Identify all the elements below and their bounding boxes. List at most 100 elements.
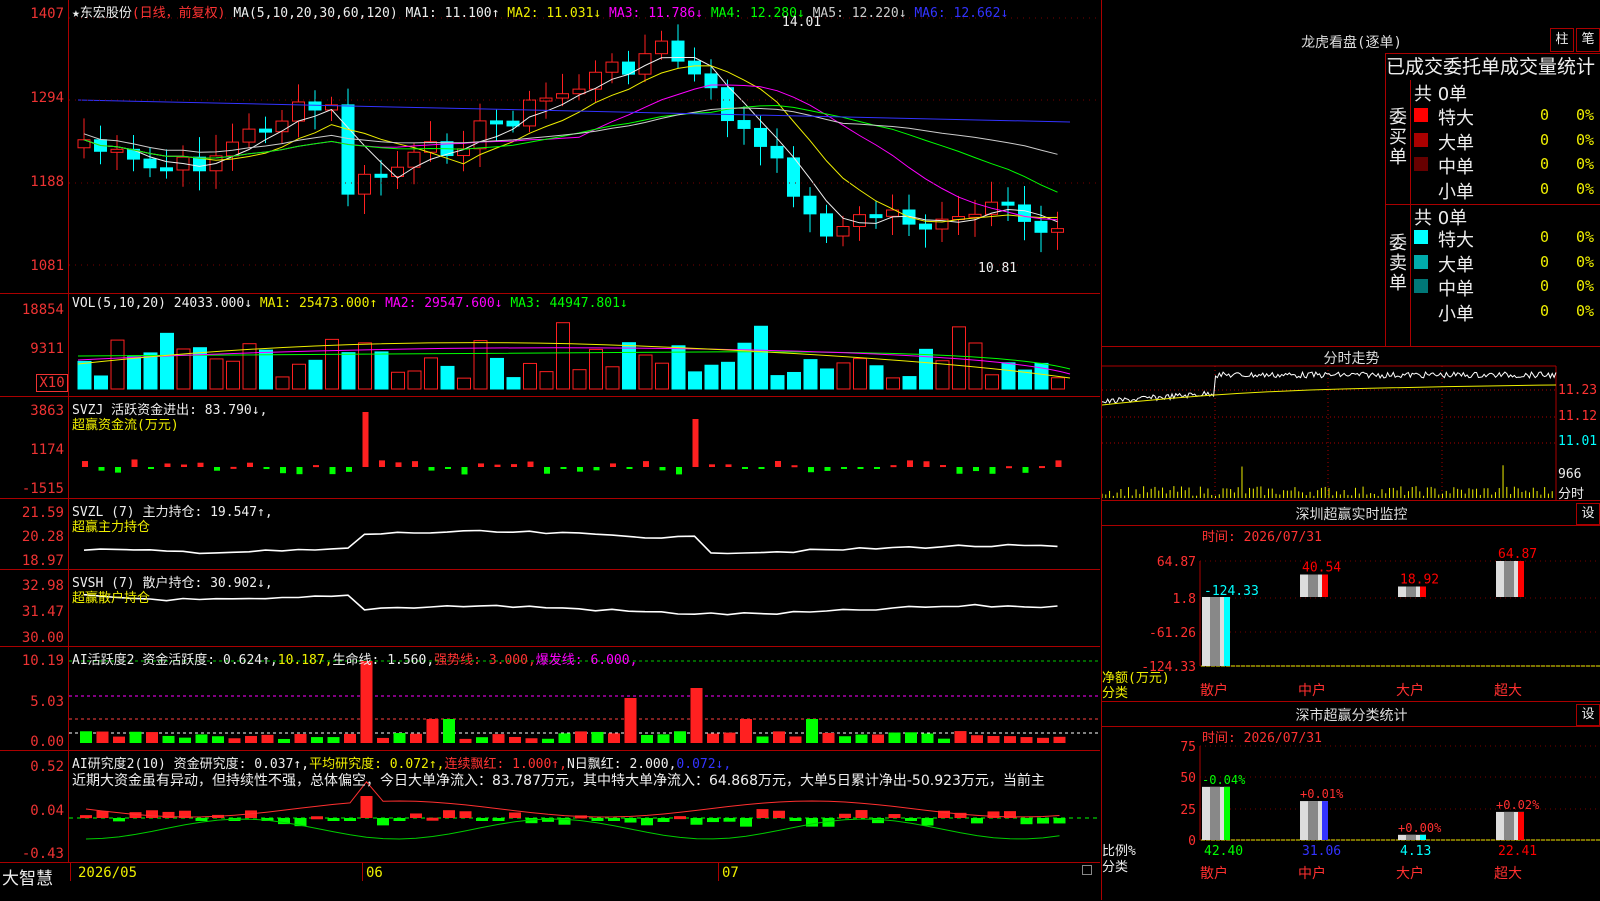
activity-bar xyxy=(575,731,587,743)
research-bar xyxy=(608,818,620,821)
y-tick-label: -61.26 xyxy=(1149,626,1196,641)
date-tick: 06 xyxy=(366,865,383,881)
legend-swatch xyxy=(1414,279,1428,293)
research-bar xyxy=(723,818,736,822)
research-bar xyxy=(905,818,917,821)
intraday-chart[interactable] xyxy=(1102,347,1600,500)
volume-bar xyxy=(94,375,108,390)
candle-body xyxy=(506,120,520,127)
bar-mode-button[interactable]: 柱 xyxy=(1550,28,1574,52)
svsh-panel[interactable]: 32.98 31.47 30.00 SVSH (7) 散户持仓: 30.902↓… xyxy=(0,570,1100,647)
svzl-panel[interactable]: 21.59 20.28 18.97 SVZL (7) 主力持仓: 19.547↑… xyxy=(0,499,1100,570)
volume-bar xyxy=(886,377,900,390)
sz-monitor-chart[interactable]: 64.871.8-61.26-124.33-124.33散户40.54中户18.… xyxy=(1102,501,1600,701)
volume-bar xyxy=(110,339,125,390)
candle-body xyxy=(836,226,850,237)
ai-active-panel[interactable]: 10.19 5.03 0.00 AI活跃度2 资金活跃度: 0.624↑,10.… xyxy=(0,647,1100,751)
flow-bar xyxy=(197,462,204,467)
high-note: 14.01 xyxy=(782,15,822,30)
flow-bar xyxy=(956,467,963,474)
research-bar xyxy=(344,818,356,821)
svzj-panel[interactable]: 3863 1174 -1515 SVZJ 活跃资金进出: 83.790↓, 超赢… xyxy=(0,397,1100,499)
activity-bar xyxy=(905,732,917,743)
flow-bar xyxy=(395,462,402,467)
flow-bar xyxy=(989,467,996,474)
ai-research-panel[interactable]: 0.52 0.04 -0.43 AI研究度2(10) 资金研究度: 0.037↑… xyxy=(0,751,1100,862)
intraday-panel[interactable]: 分时走势 11.23 11.12 11.01 966 分时 xyxy=(1101,347,1600,502)
bar-edge xyxy=(1420,834,1426,840)
volume-bar xyxy=(721,361,735,390)
intraday-volume-tick: 966 xyxy=(1558,467,1582,482)
period-mode[interactable]: (日线，前复权) xyxy=(132,6,226,21)
bar-edge xyxy=(1420,586,1426,598)
candle-body xyxy=(737,120,751,129)
kline-panel[interactable]: 1407 1294 1188 1081 ★东宏股份(日线，前复权) MA(5,1… xyxy=(0,0,1100,294)
lhb-subtitle: 已成交委托单成交量统计 xyxy=(1385,53,1600,80)
bar-group xyxy=(1398,586,1426,598)
activity-bar xyxy=(756,736,769,743)
activity-bar xyxy=(921,733,934,743)
volume-bar xyxy=(869,365,884,390)
candle-body xyxy=(869,214,883,219)
activity-bar xyxy=(954,731,967,743)
category-label: 中户 xyxy=(1298,682,1326,699)
volume-bar xyxy=(292,363,306,390)
bar-group xyxy=(1300,801,1328,840)
volume-panel[interactable]: 18854 9311 X10 VOL(5,10,20) 24033.000↓ M… xyxy=(0,294,1100,397)
research-bar xyxy=(921,818,934,826)
axis-title: 分类 xyxy=(1102,860,1129,875)
category-label: 散户 xyxy=(1200,682,1228,699)
ma-legend-label: MA1: xyxy=(405,6,437,21)
activity-bar xyxy=(1053,736,1066,743)
legend-swatch xyxy=(1414,230,1428,244)
kline-chart[interactable] xyxy=(0,0,1100,293)
candle-body xyxy=(226,141,239,157)
activity-bar xyxy=(113,736,125,743)
volume-bar xyxy=(259,349,273,390)
sz-class-panel[interactable]: 深市超赢分类统计 设 时间: 2026/07/31 75 50 25 0 42.40 -0… xyxy=(1101,702,1600,900)
activity-bar xyxy=(1020,737,1033,743)
bar-change-label: +0.00% xyxy=(1398,821,1442,835)
order-percent: 0% xyxy=(1576,106,1595,124)
flow-bar xyxy=(428,467,435,471)
legend-swatch xyxy=(1414,254,1428,269)
activity-bar xyxy=(690,688,703,743)
sz-class-chart[interactable]: 75 50 25 0 42.40 -0.04% 散户 31.06 +0.01% 中户 4.13 +0.… xyxy=(1102,702,1600,900)
tick-mode-button[interactable]: 笔 xyxy=(1576,28,1600,52)
bar-shade xyxy=(1504,811,1514,840)
svsh-subtitle: 超赢散户持仓 xyxy=(72,591,151,606)
activity-bar xyxy=(657,734,670,743)
order-count: 0 xyxy=(1540,277,1550,295)
ma-legend-label: MA3: xyxy=(601,6,641,21)
activity-bar xyxy=(987,735,1000,743)
sz-monitor-panel[interactable]: 深圳超赢实时监控 设 时间: 2026/07/31 64.87 1.8 -61.26… xyxy=(1101,501,1600,702)
date-axis-bar: 大智慧 2026/05 06 07 xyxy=(0,862,1100,901)
vol-prefix: VOL(5,10,20) xyxy=(72,296,166,311)
star-icon[interactable]: ★ xyxy=(72,6,80,21)
bar-shade xyxy=(1308,801,1318,840)
ma-legend-label: MA6: xyxy=(906,6,946,21)
bar-shade xyxy=(1308,574,1318,598)
activity-bar xyxy=(1004,736,1016,743)
lock-icon[interactable] xyxy=(1082,865,1092,875)
ma-legend-value: 12.662↓ xyxy=(945,6,1009,21)
activity-bar xyxy=(377,737,389,743)
flow-bar xyxy=(82,461,88,467)
bar-change-label: -0.04% xyxy=(1202,773,1246,787)
volume-bar xyxy=(820,368,834,390)
category-label: 中户 xyxy=(1298,865,1326,882)
vol-legend-value: 44947.801↓ xyxy=(541,296,628,311)
flow-bar xyxy=(890,465,897,468)
bar-shade xyxy=(1406,834,1416,840)
activity-bar xyxy=(641,734,653,743)
order-size-label: 小单 xyxy=(1438,303,1474,325)
flow-bar xyxy=(494,464,501,467)
sell-side-label-box: 委卖单 xyxy=(1386,204,1411,346)
activity-bar xyxy=(492,734,505,743)
research-bar xyxy=(443,810,455,818)
activity-bar xyxy=(806,719,818,743)
activity-bar xyxy=(162,735,175,743)
flow-bar xyxy=(230,466,237,469)
flow-bar xyxy=(362,412,369,467)
brand-logo: 大智慧 xyxy=(2,869,53,889)
